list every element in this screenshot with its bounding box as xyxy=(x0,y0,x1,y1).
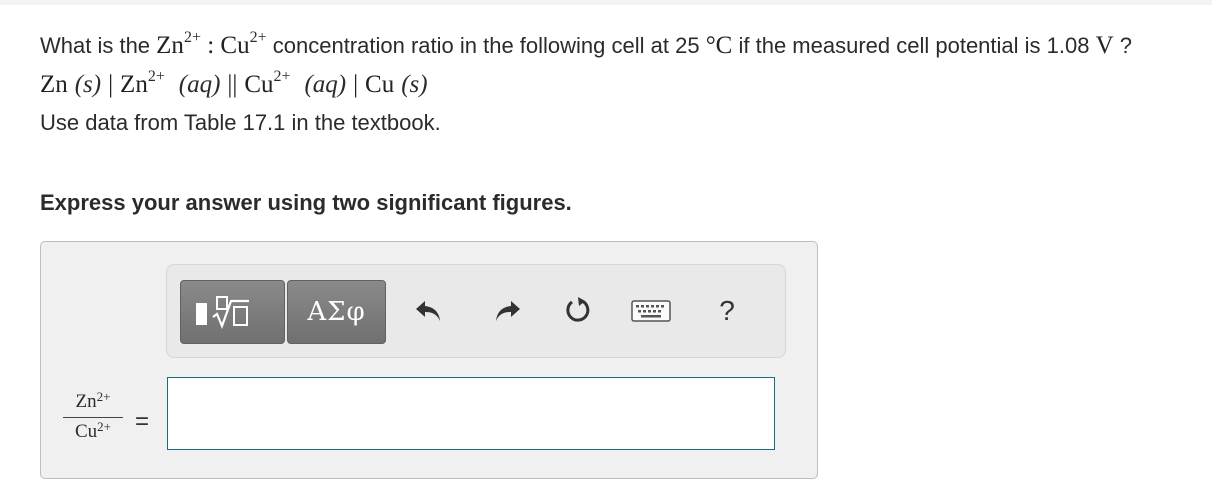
templates-button[interactable] xyxy=(180,280,285,344)
question-text: What is the Zn2+ : Cu2+ concentration ra… xyxy=(40,29,1190,139)
help-button[interactable]: ? xyxy=(712,295,742,327)
fraction-denominator: Cu2+ xyxy=(74,419,112,442)
templates-icon xyxy=(195,296,249,329)
question-paragraph: What is the Zn2+ : Cu2+ concentration ra… xyxy=(40,29,1133,59)
fraction-numerator: Zn2+ xyxy=(63,389,123,418)
reset-icon[interactable] xyxy=(561,295,595,327)
redo-icon[interactable] xyxy=(491,295,525,327)
ratio-fraction: Zn2+ Cu2+ xyxy=(63,389,123,443)
undo-icon[interactable] xyxy=(411,295,445,327)
keyboard-icon[interactable] xyxy=(630,295,672,327)
answer-panel: ΑΣφ ? Zn2+ Cu2+ = xyxy=(40,241,818,479)
top-divider xyxy=(0,0,1212,5)
answer-input[interactable] xyxy=(167,377,775,450)
cell-notation: Zn (s) | Zn2+ (aq) || Cu2+ (aq) | Cu (s) xyxy=(40,68,428,98)
greek-symbols-button[interactable]: ΑΣφ xyxy=(287,280,386,344)
textbook-note: Use data from Table 17.1 in the textbook… xyxy=(40,110,441,135)
math-toolbar: ΑΣφ ? xyxy=(166,264,786,358)
answer-instruction: Express your answer using two significan… xyxy=(40,190,572,215)
equals-sign: = xyxy=(135,408,150,435)
